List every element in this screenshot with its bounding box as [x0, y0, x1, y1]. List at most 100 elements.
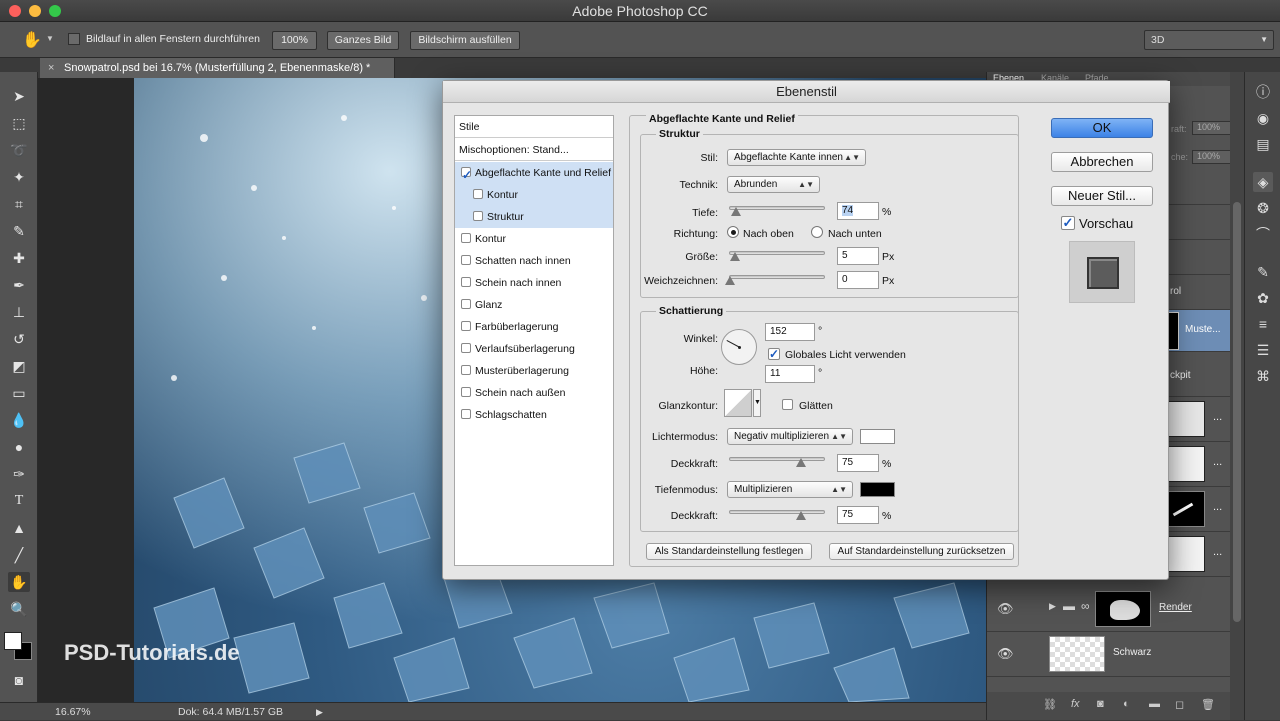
history-brush-tool-icon[interactable]: ↺	[8, 329, 30, 349]
type-tool-icon[interactable]: T	[8, 491, 30, 511]
size-input[interactable]: 5	[837, 247, 879, 265]
dodge-tool-icon[interactable]: ●	[8, 437, 30, 457]
blur-tool-icon[interactable]: 💧	[8, 410, 30, 430]
minimize-window-button[interactable]	[29, 5, 41, 17]
quick-mask-icon[interactable]: ◙	[8, 670, 30, 690]
highlight-color-swatch[interactable]	[860, 429, 895, 444]
channels-icon[interactable]: ❂	[1253, 198, 1273, 218]
shadow-opacity-input[interactable]: 75	[837, 506, 879, 524]
group-mask-thumbnail[interactable]	[1095, 591, 1151, 627]
shadow-color-swatch[interactable]	[860, 482, 895, 497]
lasso-tool-icon[interactable]: ➰	[8, 140, 30, 160]
style-item[interactable]: Schein nach außen	[455, 382, 613, 404]
style-item[interactable]: Glanz	[455, 294, 613, 316]
more-icon[interactable]: ...	[1213, 456, 1222, 468]
layers-scrollbar[interactable]	[1230, 72, 1244, 720]
style-item-checkbox[interactable]	[461, 233, 471, 244]
direction-down-radio[interactable]	[811, 226, 823, 238]
style-item-checkbox[interactable]	[461, 409, 471, 420]
style-item-checkbox[interactable]	[461, 387, 471, 398]
layer-thumbnail[interactable]	[1049, 636, 1105, 672]
soften-slider-thumb[interactable]	[725, 276, 735, 285]
fit-screen-button[interactable]: Ganzes Bild	[327, 31, 399, 50]
style-item[interactable]: Verlaufsüberlagerung	[455, 338, 613, 360]
style-item[interactable]: Struktur	[455, 206, 613, 228]
reset-default-button[interactable]: Auf Standardeinstellung zurücksetzen	[829, 543, 1014, 560]
zoom-100-button[interactable]: 100%	[272, 31, 317, 50]
zoom-window-button[interactable]	[49, 5, 61, 17]
soften-input[interactable]: 0	[837, 271, 879, 289]
style-item[interactable]: Schein nach innen	[455, 272, 613, 294]
style-item-checkbox[interactable]	[461, 343, 471, 354]
global-light-checkbox[interactable]: ✓	[768, 348, 780, 360]
tool-preset-chevron-icon[interactable]: ▼	[46, 34, 54, 43]
direction-up-radio[interactable]	[727, 226, 739, 238]
link-layers-icon[interactable]: ⛓	[1043, 698, 1057, 711]
status-menu-arrow-icon[interactable]: ▶	[316, 703, 323, 721]
dialog-title-bar[interactable]: Ebenenstil	[443, 81, 1170, 103]
fill-screen-button[interactable]: Bildschirm ausfüllen	[410, 31, 520, 50]
line-tool-icon[interactable]: ╱	[8, 545, 30, 565]
style-item[interactable]: Kontur	[455, 184, 613, 206]
shadow-opacity-thumb[interactable]	[796, 511, 806, 520]
highlight-opacity-input[interactable]: 75	[837, 454, 879, 472]
stamp-tool-icon[interactable]: ⊥	[8, 302, 30, 322]
brush-presets-icon[interactable]: ✎	[1253, 262, 1273, 282]
gradient-tool-icon[interactable]: ▭	[8, 383, 30, 403]
close-window-button[interactable]	[9, 5, 21, 17]
styles-header[interactable]: Stile	[455, 116, 613, 138]
magic-wand-tool-icon[interactable]: ✦	[8, 167, 30, 187]
gloss-contour-dropdown-icon[interactable]: ▼	[753, 389, 761, 417]
add-mask-icon[interactable]: ◙	[1097, 698, 1104, 710]
properties-icon[interactable]: ▤	[1253, 134, 1273, 154]
shadow-mode-select[interactable]: Multiplizieren ▲▼	[727, 481, 853, 498]
eyedropper-tool-icon[interactable]: ✎	[8, 221, 30, 241]
new-group-icon[interactable]: ▬	[1149, 698, 1160, 710]
expand-group-icon[interactable]: ▶	[1049, 601, 1056, 612]
ok-button[interactable]: OK	[1051, 118, 1153, 138]
visibility-eye-icon[interactable]: 👁	[997, 601, 1014, 617]
scrollbar-thumb[interactable]	[1233, 202, 1241, 622]
styles-icon[interactable]: ✿	[1253, 288, 1273, 308]
style-item-checkbox[interactable]	[461, 299, 471, 310]
bevel-style-select[interactable]: Abgeflachte Kante innen ▲▼	[727, 149, 866, 166]
eraser-tool-icon[interactable]: ◩	[8, 356, 30, 376]
visibility-eye-icon[interactable]: 👁	[997, 646, 1014, 662]
trash-icon[interactable]: 🗑	[1201, 698, 1215, 711]
more-icon[interactable]: ...	[1213, 411, 1222, 423]
workspace-select[interactable]: 3D ▼	[1144, 30, 1274, 50]
layer-row[interactable]: 👁 ▶ ▬ ∞ Render	[987, 587, 1231, 632]
highlight-opacity-thumb[interactable]	[796, 458, 806, 467]
angle-input[interactable]: 152	[765, 323, 815, 341]
highlight-mode-select[interactable]: Negativ multiplizieren ▲▼	[727, 428, 853, 445]
fx-icon[interactable]: fx	[1071, 698, 1080, 710]
style-item-checkbox[interactable]	[461, 277, 471, 288]
zoom-tool-icon[interactable]: 🔍	[8, 599, 30, 619]
style-item[interactable]: Kontur	[455, 228, 613, 250]
style-item[interactable]: Abgeflachte Kante und Relief	[455, 162, 613, 186]
adjustments-icon[interactable]: ◉	[1253, 108, 1273, 128]
highlight-opacity-slider[interactable]	[729, 457, 825, 461]
style-item-checkbox[interactable]	[461, 365, 471, 376]
pen-tool-icon[interactable]: ✑	[8, 464, 30, 484]
info-icon[interactable]: ⓘ	[1253, 82, 1273, 102]
scroll-all-checkbox[interactable]	[68, 33, 80, 45]
history-icon[interactable]: ⌘	[1253, 366, 1273, 386]
close-tab-icon[interactable]: ×	[48, 58, 54, 78]
style-item-checkbox[interactable]	[473, 189, 483, 200]
cancel-button[interactable]: Abbrechen	[1051, 152, 1153, 172]
style-item[interactable]: Musterüberlagerung	[455, 360, 613, 382]
style-item-checkbox[interactable]	[461, 321, 471, 332]
brush-tool-icon[interactable]: ✒	[8, 275, 30, 295]
crop-tool-icon[interactable]: ⌗	[8, 194, 30, 214]
more-icon[interactable]: ...	[1213, 546, 1222, 558]
shadow-opacity-slider[interactable]	[729, 510, 825, 514]
path-selection-tool-icon[interactable]: ▲	[8, 518, 30, 538]
depth-slider-thumb[interactable]	[731, 207, 741, 216]
move-tool-icon[interactable]: ➤	[8, 86, 30, 106]
foreground-color-swatch-top[interactable]	[4, 632, 22, 650]
layer-row[interactable]: 👁 Schwarz	[987, 632, 1231, 677]
hand-tool-active-icon[interactable]: ✋	[8, 572, 30, 592]
size-slider-thumb[interactable]	[730, 252, 740, 261]
marquee-tool-icon[interactable]: ⬚	[8, 113, 30, 133]
